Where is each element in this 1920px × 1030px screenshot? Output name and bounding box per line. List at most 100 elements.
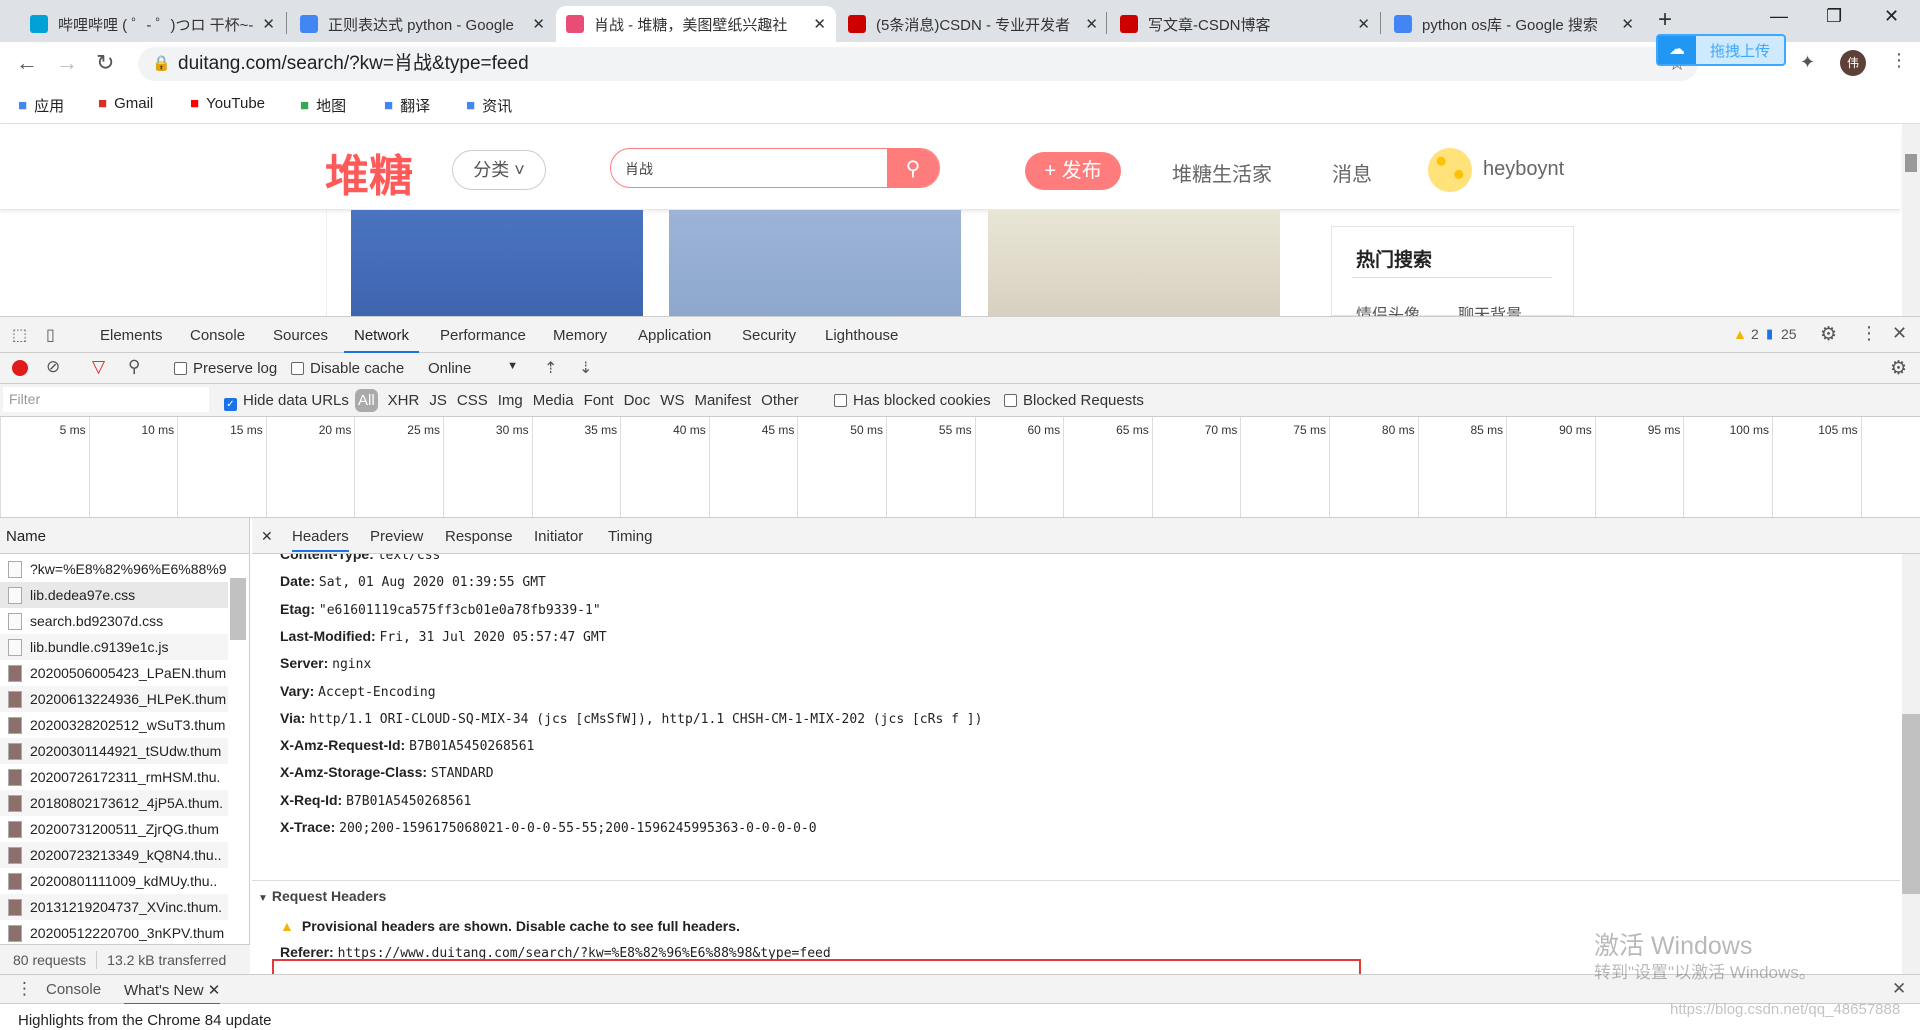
devtools-tab-application[interactable]: Application xyxy=(638,327,711,344)
type-filter-js[interactable]: JS xyxy=(429,392,447,409)
devtools-tab-security[interactable]: Security xyxy=(742,327,796,344)
browser-tab[interactable]: python os库 - Google 搜索 ✕ xyxy=(1384,6,1644,42)
devtools-tab-memory[interactable]: Memory xyxy=(553,327,607,344)
request-row[interactable]: lib.dedea97e.css xyxy=(0,582,228,608)
request-row[interactable]: 20200512220700_3nKPV.thum xyxy=(0,920,228,946)
close-tab-icon[interactable]: ✕ xyxy=(1621,15,1634,33)
details-tab-timing[interactable]: Timing xyxy=(608,528,652,545)
browser-tab[interactable]: 哔哩哔哩 ( ゜- ゜)つロ 干杯~- ✕ xyxy=(20,6,285,42)
details-tab-headers[interactable]: Headers xyxy=(292,528,349,552)
request-row[interactable]: 20200723213349_kQ8N4.thu.. xyxy=(0,842,228,868)
url-input[interactable]: 🔒 duitang.com/search/?kw=肖战&type=feed ☆ xyxy=(138,47,1698,81)
record-icon[interactable] xyxy=(12,360,28,376)
filter-icon[interactable]: ▽ xyxy=(92,357,105,377)
request-row[interactable]: 20180802173612_4jP5A.thum. xyxy=(0,790,228,816)
more-options-icon[interactable]: ⋮ xyxy=(1860,323,1878,344)
close-tab-icon[interactable]: ✕ xyxy=(1357,15,1370,33)
request-row[interactable]: 20131219204737_XVinc.thum. xyxy=(0,894,228,920)
type-filter-all[interactable]: All xyxy=(355,389,378,412)
filter-input[interactable]: Filter xyxy=(3,387,209,412)
request-row[interactable]: search.bd92307d.css xyxy=(0,608,228,634)
type-filter-doc[interactable]: Doc xyxy=(624,392,651,409)
request-row[interactable]: 20200301144921_tSUdw.thum xyxy=(0,738,228,764)
reload-button[interactable]: ↻ xyxy=(96,50,114,76)
devtools-tab-lighthouse[interactable]: Lighthouse xyxy=(825,327,898,344)
nav-life[interactable]: 堆糖生活家 xyxy=(1172,158,1272,187)
close-window-button[interactable]: ✕ xyxy=(1884,6,1899,27)
details-tab-response[interactable]: Response xyxy=(445,528,513,545)
browser-tab[interactable]: 正则表达式 python - Google ✕ xyxy=(290,6,555,42)
close-tab-icon[interactable]: ✕ xyxy=(1085,15,1098,33)
disable-cache-checkbox[interactable]: Disable cache xyxy=(291,360,404,377)
devtools-tab-performance[interactable]: Performance xyxy=(440,327,526,344)
drawer-menu-icon[interactable]: ⋮ xyxy=(16,979,33,999)
browser-tab[interactable]: 写文章-CSDN博客 ✕ xyxy=(1110,6,1380,42)
minimize-button[interactable]: — xyxy=(1770,6,1788,27)
request-list-scrollbar[interactable] xyxy=(230,558,246,953)
site-search-input[interactable]: 肖战 xyxy=(625,159,653,179)
close-tab-icon[interactable]: ✕ xyxy=(813,15,826,33)
preserve-log-checkbox[interactable]: Preserve log xyxy=(174,360,277,377)
type-filter-ws[interactable]: WS xyxy=(660,392,684,409)
name-column-header[interactable]: Name xyxy=(0,518,249,554)
type-filter-media[interactable]: Media xyxy=(533,392,574,409)
browser-tab[interactable]: (5条消息)CSDN - 专业开发者 ✕ xyxy=(838,6,1108,42)
drawer-tab-console[interactable]: Console xyxy=(46,981,101,998)
close-devtools-icon[interactable]: ✕ xyxy=(1892,323,1907,344)
close-tab-icon[interactable]: ✕ xyxy=(208,982,221,999)
import-har-icon[interactable]: ⇡ xyxy=(544,358,557,378)
close-details-icon[interactable]: ✕ xyxy=(261,528,273,545)
back-button[interactable]: ← xyxy=(16,50,38,76)
type-filter-other[interactable]: Other xyxy=(761,392,799,409)
request-row[interactable]: 20200731200511_ZjrQG.thum xyxy=(0,816,228,842)
search-icon[interactable]: ⚲ xyxy=(128,357,140,377)
device-toolbar-icon[interactable]: ▯ xyxy=(46,325,55,345)
bookmark-apps[interactable]: ■ 应用 xyxy=(18,95,64,116)
request-row[interactable]: 20200801111009_kdMUy.thu.. xyxy=(0,868,228,894)
devtools-tab-elements[interactable]: Elements xyxy=(100,327,163,344)
username[interactable]: heyboynt xyxy=(1483,158,1564,181)
result-image[interactable] xyxy=(988,210,1280,316)
devtools-tab-sources[interactable]: Sources xyxy=(273,327,328,344)
details-scrollbar[interactable] xyxy=(1902,554,1920,974)
hide-data-urls-checkbox[interactable]: ✓ Hide data URLs xyxy=(224,392,349,411)
details-tab-initiator[interactable]: Initiator xyxy=(534,528,583,545)
inspect-element-icon[interactable]: ⬚ xyxy=(12,325,27,345)
extensions-icon[interactable]: ✦ xyxy=(1800,52,1815,73)
result-image[interactable] xyxy=(669,210,961,316)
type-filter-css[interactable]: CSS xyxy=(457,392,488,409)
type-filter-xhr[interactable]: XHR xyxy=(388,392,420,409)
request-headers-section-toggle[interactable]: ▼ Request Headers xyxy=(258,888,386,904)
menu-icon[interactable]: ⋮ xyxy=(1890,50,1908,71)
network-overview-timeline[interactable]: 5 ms 10 ms 15 ms 20 ms 25 ms 30 ms 35 ms 40 ms 4… xyxy=(0,417,1920,518)
close-tab-icon[interactable]: ✕ xyxy=(262,15,275,33)
type-filter-manifest[interactable]: Manifest xyxy=(694,392,751,409)
message-count[interactable]: 25 xyxy=(1781,326,1797,342)
bookmark-gmail[interactable]: ■ Gmail xyxy=(98,95,153,112)
type-filter-font[interactable]: Font xyxy=(584,392,614,409)
bookmark-youtube[interactable]: ■ YouTube xyxy=(190,95,265,112)
warning-count[interactable]: 2 xyxy=(1751,326,1759,342)
site-logo[interactable]: 堆糖 xyxy=(325,140,413,204)
type-filter-img[interactable]: Img xyxy=(498,392,523,409)
bookmark-maps[interactable]: ■ 地图 xyxy=(300,95,346,116)
close-tab-icon[interactable]: ✕ xyxy=(532,15,545,33)
result-image[interactable] xyxy=(351,210,643,316)
nav-messages[interactable]: 消息 xyxy=(1332,158,1372,187)
profile-avatar[interactable]: 伟 xyxy=(1840,50,1866,76)
bookmark-translate[interactable]: ■ 翻译 xyxy=(384,95,430,116)
request-row[interactable]: 20200328202512_wSuT3.thum xyxy=(0,712,228,738)
throttle-select[interactable]: Online ▼ xyxy=(428,360,518,377)
publish-button[interactable]: + 发布 xyxy=(1025,152,1121,190)
drawer-tab-whats-new[interactable]: What's New ✕ xyxy=(124,981,221,1005)
request-row[interactable]: lib.bundle.c9139e1c.js xyxy=(0,634,228,660)
page-scrollbar[interactable] xyxy=(1902,124,1920,316)
forward-button[interactable]: → xyxy=(56,50,78,76)
blocked-cookies-checkbox[interactable]: Has blocked cookies xyxy=(834,392,991,409)
bookmark-news[interactable]: ■ 资讯 xyxy=(466,95,512,116)
user-avatar[interactable] xyxy=(1428,148,1472,192)
devtools-tab-network[interactable]: Network xyxy=(343,327,420,353)
request-row[interactable]: 20200613224936_HLPeK.thum xyxy=(0,686,228,712)
upload-widget[interactable]: ☁ 拖拽上传 xyxy=(1656,34,1786,66)
browser-tab[interactable]: 肖战 - 堆糖，美图壁纸兴趣社 ✕ xyxy=(556,6,836,42)
